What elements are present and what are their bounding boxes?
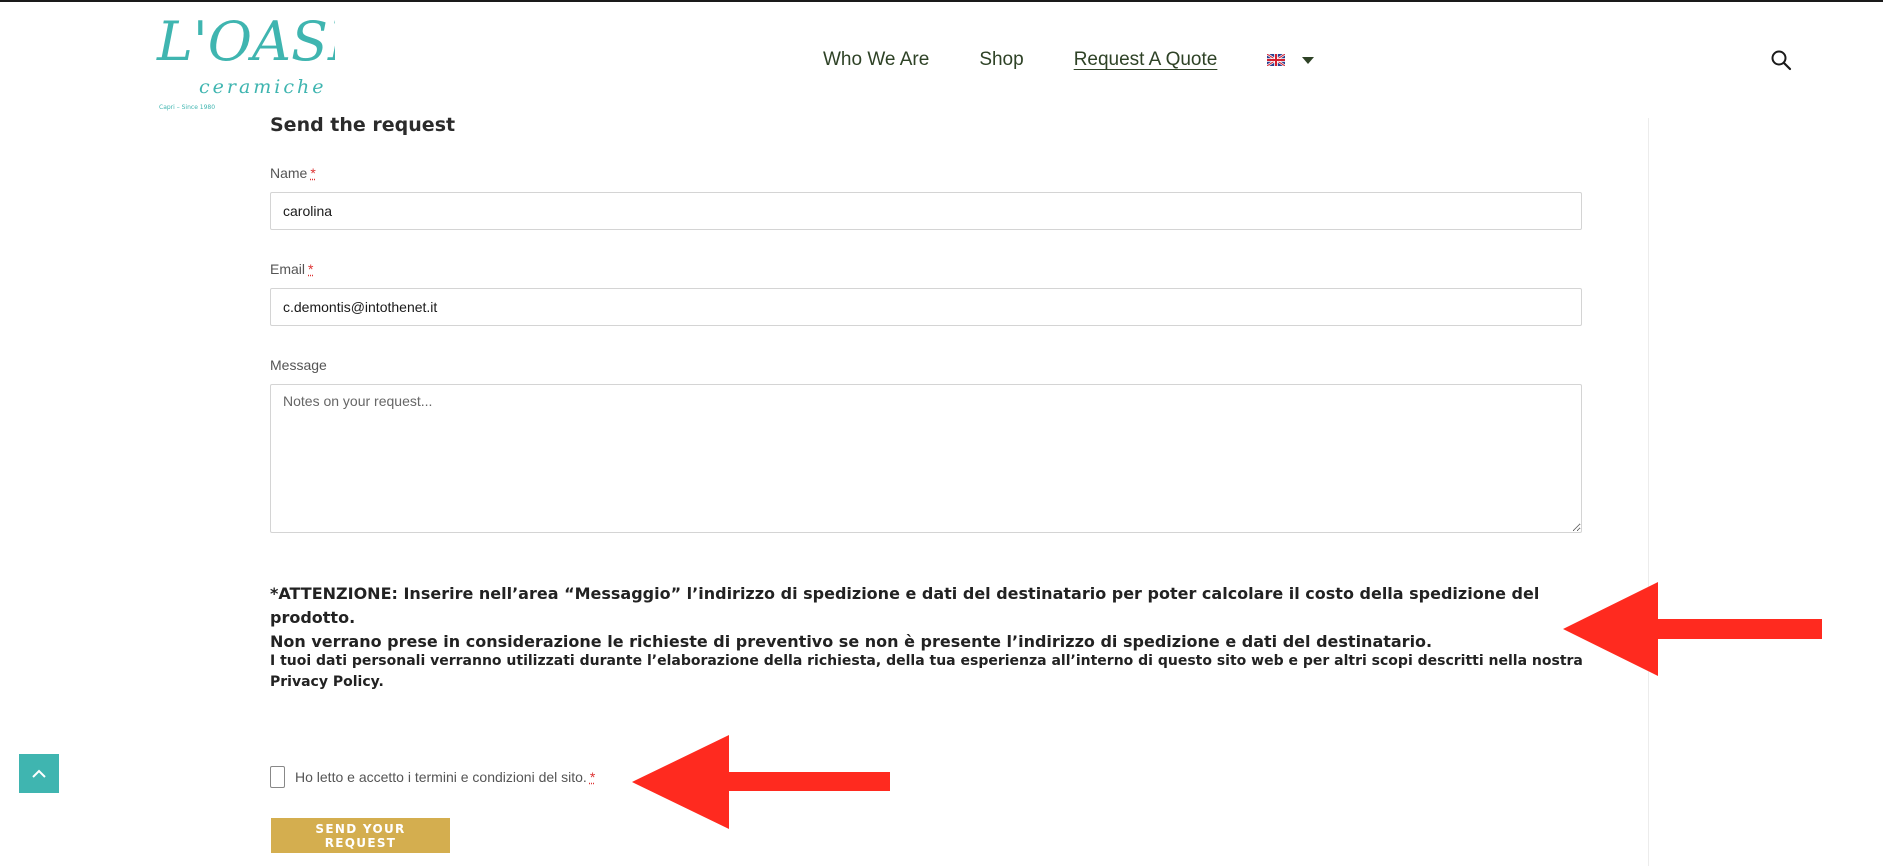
logo-main-text: L'OASI <box>156 10 335 73</box>
scroll-to-top-button[interactable] <box>19 754 59 793</box>
chevron-up-icon <box>32 769 46 778</box>
name-label: Name * <box>270 165 316 181</box>
sidebar-divider <box>1648 118 1649 866</box>
message-label: Message <box>270 357 327 373</box>
terms-label: Ho letto e accetto i termini e condizion… <box>295 769 595 785</box>
required-mark: * <box>310 165 316 181</box>
nav-shop[interactable]: Shop <box>979 49 1023 71</box>
attention-notice: *ATTENZIONE: Inserire nell’area “Messagg… <box>270 582 1600 654</box>
nav-request-a-quote[interactable]: Request A Quote <box>1074 49 1218 71</box>
logo-tagline: Capri – Since 1980 <box>159 104 215 111</box>
email-label-text: Email <box>270 261 306 277</box>
nav-who-we-are[interactable]: Who We Are <box>823 49 929 71</box>
privacy-text: I tuoi dati personali verranno utilizzat… <box>270 653 1583 669</box>
message-field[interactable] <box>270 384 1582 533</box>
annotation-arrow-left <box>1563 582 1822 676</box>
terms-row: Ho letto e accetto i termini e condizion… <box>270 766 595 788</box>
attention-line-1: *ATTENZIONE: Inserire nell’area “Messagg… <box>270 584 1540 627</box>
email-field[interactable] <box>270 288 1582 326</box>
logo-sub-text: ceramiche <box>199 76 327 98</box>
site-logo[interactable]: L'OASI ceramiche Capri – Since 1980 <box>155 8 335 112</box>
annotation-arrow-left <box>632 735 890 829</box>
logo-graphic: L'OASI ceramiche Capri – Since 1980 <box>156 10 335 111</box>
required-mark: * <box>308 261 314 277</box>
send-request-button[interactable]: SEND YOUR REQUEST <box>271 818 450 853</box>
terms-label-text: Ho letto e accetto i termini e condizion… <box>295 769 587 785</box>
name-field[interactable] <box>270 192 1582 230</box>
language-switcher[interactable] <box>1267 54 1315 66</box>
main-nav: Who We Are Shop Request A Quote <box>823 46 1315 74</box>
uk-flag-icon <box>1267 54 1286 66</box>
privacy-notice: I tuoi dati personali verranno utilizzat… <box>270 651 1600 693</box>
top-border <box>0 0 1883 2</box>
name-label-text: Name <box>270 165 308 181</box>
form-title: Send the request <box>270 114 456 136</box>
email-label: Email * <box>270 261 313 277</box>
chevron-down-icon <box>1302 56 1315 64</box>
terms-checkbox[interactable] <box>270 766 285 788</box>
privacy-policy-link[interactable]: Privacy Policy. <box>270 674 384 690</box>
search-icon <box>1771 50 1792 71</box>
search-button[interactable] <box>1770 49 1792 71</box>
required-mark: * <box>589 769 596 785</box>
